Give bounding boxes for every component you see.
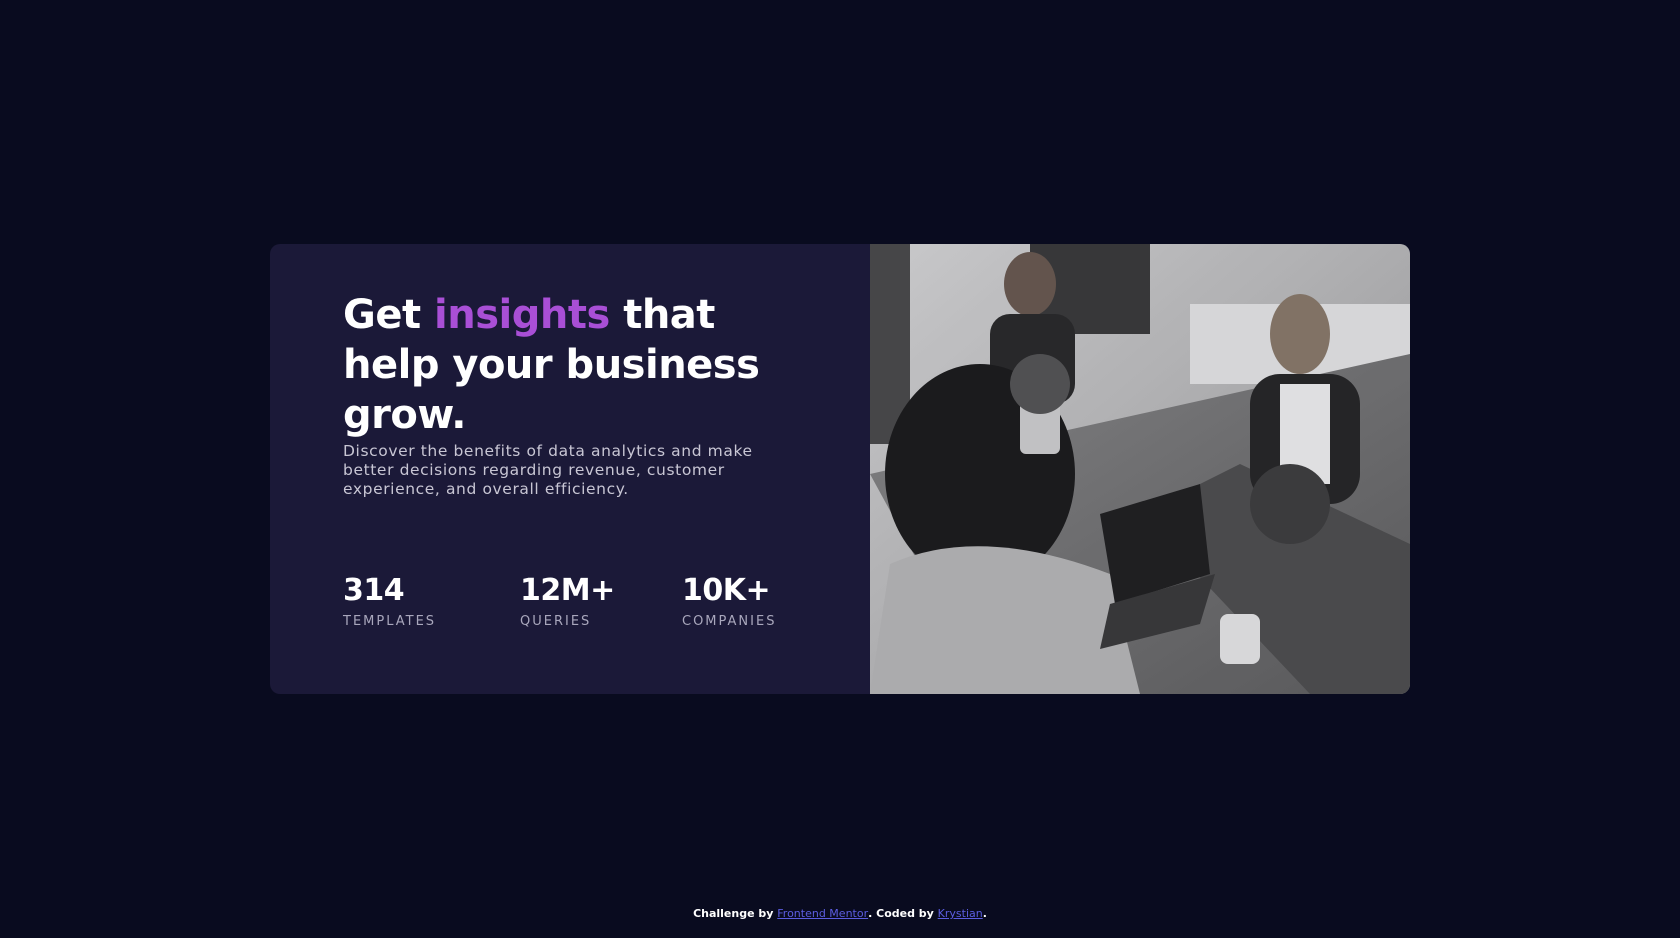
card-text-panel: Get insights that help your business gro… (270, 244, 870, 694)
stat-value: 12M+ (520, 573, 615, 608)
card-description: Discover the benefits of data analytics … (343, 442, 753, 498)
attribution: Challenge by Frontend Mentor. Coded by K… (0, 907, 1680, 920)
headline-start: Get (343, 292, 435, 338)
office-photo-illustration (870, 244, 1410, 694)
stats-row: 314 TEMPLATES 12M+ QUERIES 10K+ COMPANIE… (343, 574, 823, 644)
author-link[interactable]: Krystian (938, 907, 983, 920)
stats-preview-card: Get insights that help your business gro… (270, 244, 1410, 694)
stat-label: QUERIES (520, 614, 592, 629)
stat-queries: 12M+ QUERIES (520, 573, 615, 630)
photo-tint (870, 244, 1410, 694)
stat-companies: 10K+ COMPANIES (682, 573, 777, 630)
stat-value: 314 (343, 573, 405, 608)
stat-templates: 314 TEMPLATES (343, 573, 437, 630)
headline-accent: insights (434, 292, 610, 338)
attribution-challenge-text: Challenge by (693, 907, 778, 920)
attribution-suffix: . (982, 907, 987, 920)
stat-value: 10K+ (682, 573, 771, 608)
frontend-mentor-link[interactable]: Frontend Mentor (777, 907, 868, 920)
headline: Get insights that help your business gro… (343, 290, 803, 440)
office-photo (870, 244, 1410, 694)
stat-label: COMPANIES (682, 614, 777, 629)
stat-label: TEMPLATES (343, 614, 437, 629)
attribution-coded-text: . Coded by (868, 907, 938, 920)
